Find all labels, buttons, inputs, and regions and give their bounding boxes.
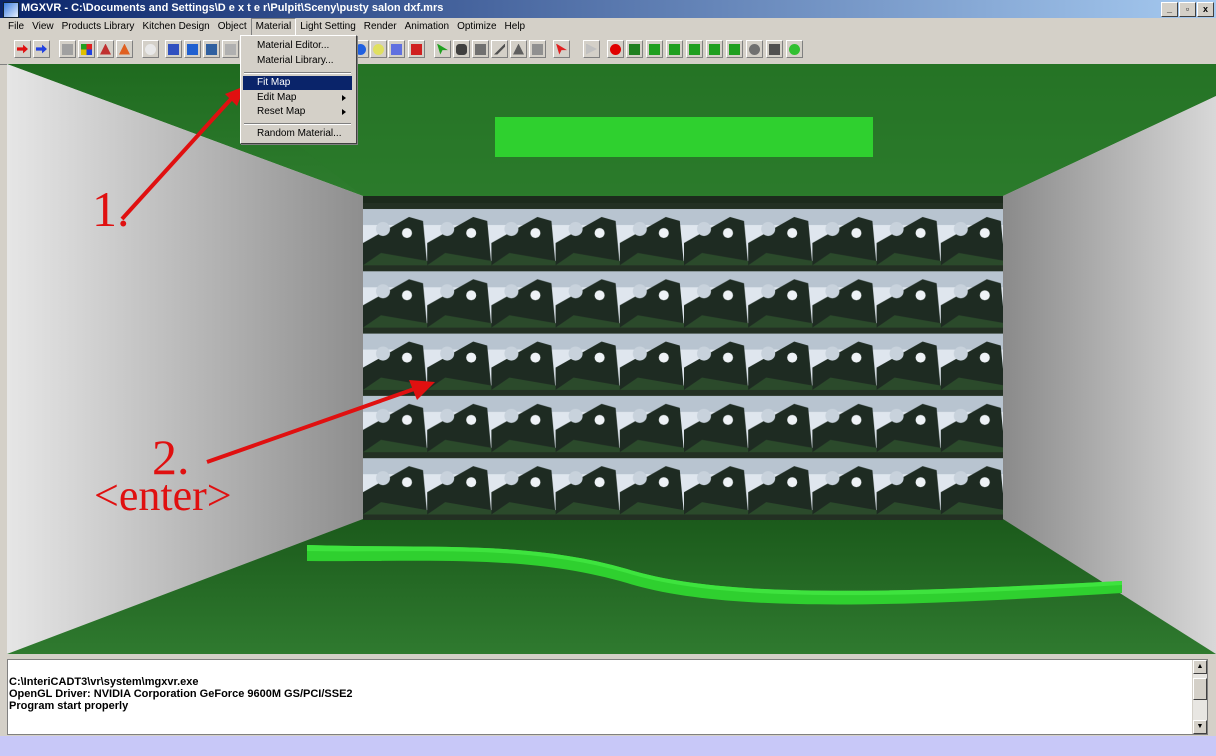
menu-bar: File View Products Library Kitchen Desig… xyxy=(0,18,1216,36)
minimize-button[interactable]: _ xyxy=(1161,2,1178,17)
menu-item-reset-map-label: Reset Map xyxy=(257,106,306,117)
menu-products-library[interactable]: Products Library xyxy=(58,19,139,35)
menu-item-material-editor[interactable]: Material Editor... xyxy=(243,39,352,53)
menu-separator xyxy=(244,123,351,125)
picture-red-icon[interactable] xyxy=(408,40,425,58)
record-icon[interactable] xyxy=(607,40,624,58)
menu-item-random-material[interactable]: Random Material... xyxy=(243,127,352,141)
refresh-icon[interactable] xyxy=(786,40,803,58)
menu-item-reset-map[interactable]: Reset Map xyxy=(243,105,352,119)
menu-optimize[interactable]: Optimize xyxy=(453,19,500,35)
select-icon[interactable] xyxy=(553,40,570,58)
menu-item-fit-map[interactable]: Fit Map xyxy=(243,76,352,90)
pyramid-red-icon[interactable] xyxy=(116,40,133,58)
menu-object[interactable]: Object xyxy=(214,19,251,35)
submenu-arrow-icon xyxy=(342,95,346,101)
window-title: MGXVR - C:\Documents and Settings\D e x … xyxy=(21,2,444,14)
cube-5-icon[interactable] xyxy=(726,40,743,58)
menu-item-edit-map-label: Edit Map xyxy=(257,92,297,103)
scroll-thumb[interactable] xyxy=(1193,678,1207,700)
menu-material[interactable]: Material xyxy=(250,18,297,36)
arrow-right-blue-icon[interactable] xyxy=(33,40,50,58)
cursor-icon[interactable] xyxy=(434,40,451,58)
pyramid-icon[interactable] xyxy=(97,40,114,58)
close-button[interactable]: x xyxy=(1197,2,1214,17)
arrow-right-red-icon[interactable] xyxy=(14,40,31,58)
menu-render[interactable]: Render xyxy=(360,19,401,35)
scroll-up-icon[interactable]: ▲ xyxy=(1193,660,1207,674)
room-render xyxy=(7,64,1216,654)
box-blue-icon[interactable] xyxy=(165,40,182,58)
title-bar: MGXVR - C:\Documents and Settings\D e x … xyxy=(0,0,1216,18)
disk-icon[interactable] xyxy=(766,40,783,58)
menu-item-edit-map[interactable]: Edit Map xyxy=(243,91,352,105)
output-console[interactable]: C:\InteriCADT3\vr\system\mgxvr.exe OpenG… xyxy=(7,659,1208,735)
triangle-icon[interactable] xyxy=(510,40,527,58)
status-bar xyxy=(0,736,1216,756)
grid-icon[interactable] xyxy=(222,40,239,58)
console-line: OpenGL Driver: NVIDIA Corporation GeForc… xyxy=(9,688,353,700)
circle-icon[interactable] xyxy=(142,40,159,58)
building-icon[interactable] xyxy=(529,40,546,58)
restore-button[interactable]: ▫ xyxy=(1179,2,1196,17)
zoom-icon[interactable] xyxy=(746,40,763,58)
material-dropdown-menu: Material Editor... Material Library... F… xyxy=(240,35,357,144)
scroll-down-icon[interactable]: ▼ xyxy=(1193,720,1207,734)
knob-icon[interactable] xyxy=(453,40,470,58)
app-icon xyxy=(3,2,19,18)
picture-icon[interactable] xyxy=(388,40,405,58)
menu-file[interactable]: File xyxy=(4,19,28,35)
menu-animation[interactable]: Animation xyxy=(401,19,453,35)
submenu-arrow-icon xyxy=(342,109,346,115)
book-icon[interactable] xyxy=(472,40,489,58)
play-icon[interactable] xyxy=(583,40,600,58)
pen-icon[interactable] xyxy=(491,40,508,58)
annotation-enter-key: <enter> xyxy=(94,471,232,520)
console-scrollbar[interactable]: ▲ ▼ xyxy=(1192,660,1207,734)
cube-3-icon[interactable] xyxy=(686,40,703,58)
cube-1-icon[interactable] xyxy=(646,40,663,58)
menu-view[interactable]: View xyxy=(28,19,58,35)
light-icon[interactable] xyxy=(370,40,387,58)
view-icon[interactable] xyxy=(203,40,220,58)
menu-kitchen-design[interactable]: Kitchen Design xyxy=(138,19,213,35)
cube-2-icon[interactable] xyxy=(666,40,683,58)
menu-light-setting[interactable]: Light Setting xyxy=(296,19,360,35)
camera-icon[interactable] xyxy=(626,40,643,58)
console-line: C:\InteriCADT3\vr\system\mgxvr.exe xyxy=(9,676,199,688)
console-line: Program start properly xyxy=(9,700,129,712)
cube-4-icon[interactable] xyxy=(706,40,723,58)
cube-gray-icon[interactable] xyxy=(59,40,76,58)
menu-separator xyxy=(244,72,351,74)
box-solid-icon[interactable] xyxy=(184,40,201,58)
annotation-step-1: 1. xyxy=(92,181,130,237)
menu-help[interactable]: Help xyxy=(501,19,530,35)
menu-item-material-library[interactable]: Material Library... xyxy=(243,54,352,68)
multi-color-icon[interactable] xyxy=(78,40,95,58)
toolbar xyxy=(0,36,1216,65)
3d-viewport[interactable]: 1. 2. <enter> xyxy=(7,64,1216,654)
